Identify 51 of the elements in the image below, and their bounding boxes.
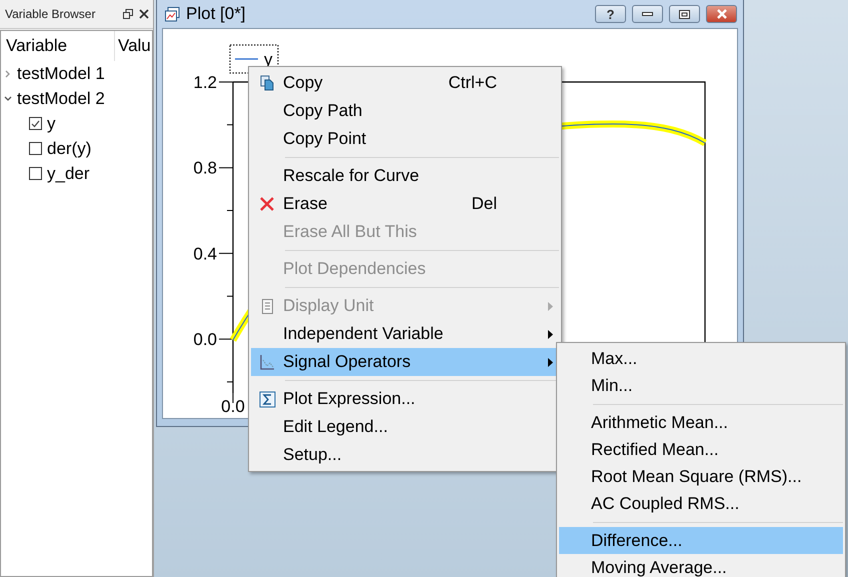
menu-item[interactable]: Erase Del bbox=[251, 190, 559, 218]
menu-item[interactable]: Rectified Mean... bbox=[559, 436, 843, 463]
column-header[interactable]: Valu bbox=[115, 31, 152, 61]
tick-label: 0.0 bbox=[221, 397, 245, 416]
close-icon bbox=[259, 196, 275, 212]
minimize-button[interactable] bbox=[632, 5, 663, 23]
tree-item[interactable]: der(y) bbox=[47, 138, 92, 158]
tick-label: 0.8 bbox=[193, 158, 217, 178]
tree-item[interactable]: y bbox=[47, 114, 56, 134]
tree-item[interactable]: testModel 1 bbox=[17, 64, 105, 84]
sigma-icon bbox=[258, 390, 276, 408]
menu-item[interactable]: Difference... bbox=[559, 527, 843, 554]
tick-label: 0.4 bbox=[193, 244, 217, 264]
tree-item[interactable]: y_der bbox=[47, 164, 90, 184]
menu-item[interactable]: Max... bbox=[559, 345, 843, 372]
float-icon[interactable] bbox=[123, 9, 133, 19]
menu-item[interactable]: Moving Average... bbox=[559, 554, 843, 577]
menu-item[interactable]: Root Mean Square (RMS)... bbox=[559, 463, 843, 490]
window-title: Plot [0*] bbox=[186, 4, 247, 24]
tick-label: 0.0 bbox=[193, 330, 217, 350]
menu-item[interactable]: Setup... bbox=[251, 441, 559, 469]
menu-item[interactable]: Plot Expression... bbox=[251, 385, 559, 413]
close-icon[interactable] bbox=[139, 9, 149, 19]
menu-item[interactable]: Rescale for Curve bbox=[251, 162, 559, 190]
minimize-icon bbox=[642, 12, 653, 16]
checkbox[interactable] bbox=[29, 117, 42, 130]
document-icon bbox=[262, 298, 272, 314]
legend-line bbox=[235, 58, 258, 60]
checkbox[interactable] bbox=[29, 142, 42, 155]
chart-icon bbox=[165, 6, 180, 22]
close-button[interactable] bbox=[706, 5, 737, 23]
maximize-icon bbox=[679, 10, 690, 18]
menu-item[interactable]: Independent Variable bbox=[251, 320, 559, 348]
axes-icon bbox=[259, 354, 275, 370]
menu-item[interactable]: Signal Operators bbox=[251, 348, 559, 376]
panel-title: Variable Browser bbox=[5, 7, 96, 21]
menu-item[interactable]: Copy Ctrl+C bbox=[251, 69, 559, 97]
copy-icon bbox=[260, 75, 274, 91]
help-button[interactable]: ? bbox=[595, 5, 626, 23]
checkbox[interactable] bbox=[29, 167, 42, 180]
menu-item[interactable]: Min... bbox=[559, 372, 843, 399]
menu-item[interactable]: AC Coupled RMS... bbox=[559, 490, 843, 517]
menu-item[interactable]: Arithmetic Mean... bbox=[559, 409, 843, 436]
close-icon bbox=[716, 9, 728, 19]
menu-item[interactable]: Copy Point bbox=[251, 125, 559, 153]
maximize-button[interactable] bbox=[669, 5, 700, 23]
tick-label: 1.2 bbox=[193, 73, 217, 92]
menu-item[interactable]: Edit Legend... bbox=[251, 413, 559, 441]
menu-item[interactable]: Copy Path bbox=[251, 97, 559, 125]
column-header[interactable]: Variable bbox=[1, 31, 115, 61]
tree-item[interactable]: testModel 2 bbox=[17, 88, 105, 108]
